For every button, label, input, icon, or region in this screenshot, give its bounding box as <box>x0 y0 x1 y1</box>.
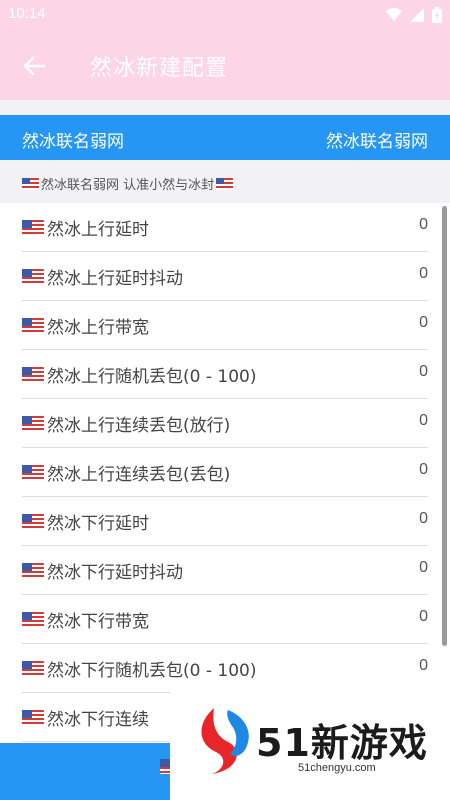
subtitle-text: 然冰联名弱网 认准小然与冰封 <box>41 178 215 193</box>
list-item-label: 然冰下行延时 <box>47 514 149 534</box>
us-flag-icon <box>22 220 44 235</box>
us-flag-icon <box>22 661 44 676</box>
us-flag-icon <box>22 269 44 284</box>
list-item[interactable]: 然冰上行延时 0 <box>22 203 428 252</box>
list-item-label: 然冰上行延时抖动 <box>47 269 183 289</box>
list-item-label: 然冰下行连续 <box>47 710 149 730</box>
us-flag-icon <box>22 367 44 382</box>
list-item[interactable]: 然冰下行延时 0 <box>22 497 428 546</box>
list-item-label: 然冰下行随机丢包(0 - 100) <box>47 661 257 681</box>
back-button[interactable] <box>20 52 48 80</box>
list-item-label: 然冰下行带宽 <box>47 612 149 632</box>
us-flag-icon <box>22 514 44 529</box>
settings-list: 然冰上行延时 0 然冰上行延时抖动 0 然冰上行带宽 0 然冰上行随机丢包(0 … <box>0 203 450 743</box>
list-item-value: 0 <box>419 510 428 527</box>
watermark-brand: 51新游戏 <box>256 721 428 765</box>
status-time: 10:14 <box>8 5 46 22</box>
list-item[interactable]: 然冰下行随机丢包(0 - 100) 0 <box>22 644 428 693</box>
list-item-label: 然冰上行延时 <box>47 220 149 240</box>
list-item-value: 0 <box>419 314 428 331</box>
list-item[interactable]: 然冰上行延时抖动 0 <box>22 252 428 301</box>
list-item-value: 0 <box>419 265 428 282</box>
signal-icon <box>410 8 424 22</box>
watermark-url: 51chengyu.com <box>298 762 376 774</box>
status-bar: 10:14 <box>0 0 450 30</box>
us-flag-icon <box>22 710 44 725</box>
us-flag-icon <box>216 177 234 190</box>
brand-logo-icon <box>201 708 249 774</box>
status-icons <box>386 7 442 23</box>
wifi-icon <box>386 8 402 21</box>
app-bar: 然冰新建配置 <box>0 30 450 100</box>
us-flag-icon <box>22 612 44 627</box>
us-flag-icon <box>22 318 44 333</box>
list-item-value: 0 <box>419 608 428 625</box>
list-item-value: 0 <box>419 657 428 674</box>
arrow-left-icon <box>23 56 46 76</box>
list-item[interactable]: 然冰上行带宽 0 <box>22 301 428 350</box>
header-left-label: 然冰联名弱网 <box>22 132 124 152</box>
list-item[interactable]: 然冰下行带宽 0 <box>22 595 428 644</box>
list-item[interactable]: 然冰上行连续丢包(丢包) 0 <box>22 448 428 497</box>
list-item-value: 0 <box>419 559 428 576</box>
list-item-value: 0 <box>419 216 428 233</box>
list-item[interactable]: 然冰上行连续丢包(放行) 0 <box>22 399 428 448</box>
list-item-label: 然冰上行连续丢包(放行) <box>47 416 231 436</box>
list-item-label: 然冰上行带宽 <box>47 318 149 338</box>
list-item-value: 0 <box>419 363 428 380</box>
list-item-value: 0 <box>419 461 428 478</box>
us-flag-icon <box>22 465 44 480</box>
us-flag-icon <box>22 416 44 431</box>
us-flag-icon <box>22 177 39 190</box>
config-header: 然冰联名弱网 然冰联名弱网 <box>0 115 450 160</box>
list-item-value: 0 <box>419 412 428 429</box>
list-item[interactable]: 然冰下行延时抖动 0 <box>22 546 428 595</box>
list-item[interactable]: 然冰上行随机丢包(0 - 100) 0 <box>22 350 428 399</box>
list-item-label: 然冰上行连续丢包(丢包) <box>47 465 231 485</box>
list-scrollbar[interactable] <box>442 206 447 646</box>
battery-icon <box>432 7 442 23</box>
watermark: 51新游戏 51chengyu.com <box>170 690 450 800</box>
list-item-label: 然冰下行延时抖动 <box>47 563 183 583</box>
us-flag-icon <box>22 563 44 578</box>
section-subtitle: 然冰联名弱网 认准小然与冰封 <box>22 174 235 193</box>
header-right-label[interactable]: 然冰联名弱网 <box>326 127 428 152</box>
list-item-label: 然冰上行随机丢包(0 - 100) <box>47 367 257 387</box>
page-title: 然冰新建配置 <box>90 56 229 81</box>
